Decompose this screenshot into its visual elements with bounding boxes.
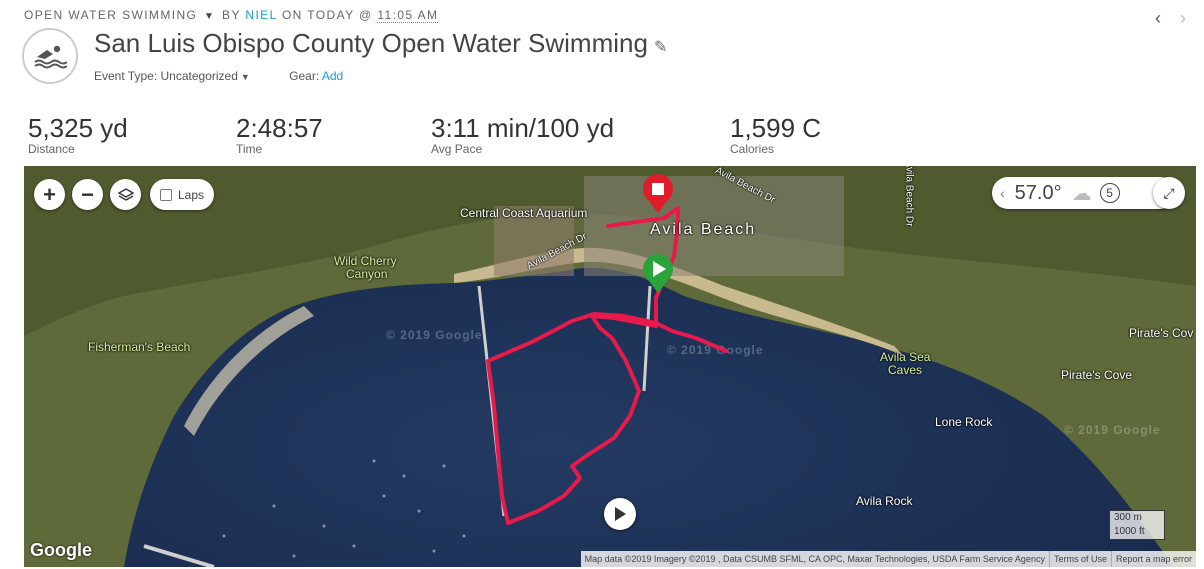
zoom-in-button[interactable]: +: [34, 179, 65, 210]
stat-label: Avg Pace: [431, 142, 483, 156]
play-icon: [615, 507, 626, 521]
edit-pencil-icon[interactable]: ✎: [654, 39, 667, 56]
map-label-caves: Caves: [888, 363, 923, 377]
map-label-canyon: Canyon: [346, 267, 388, 281]
stat-avg-pace: 3:11 min/100 yd Avg Pace: [431, 113, 614, 156]
stat-value: 3:11 min/100 yd: [431, 113, 615, 143]
wind-speed-icon: 5: [1099, 183, 1120, 203]
stat-label: Calories: [730, 142, 775, 156]
stat-calories: 1,599 C Calories: [730, 113, 821, 156]
activity-type-dropdown-icon[interactable]: ▼: [204, 11, 215, 22]
layers-icon: [117, 187, 134, 201]
finish-marker: [643, 174, 673, 213]
scale-imperial: 1000 ft: [1109, 525, 1165, 540]
expand-map-icon[interactable]: ⤢: [1153, 177, 1185, 209]
map-scale: 300 m 1000 ft: [1109, 510, 1165, 540]
zoom-out-button[interactable]: −: [72, 179, 103, 210]
stat-distance: 5,325 yd Distance: [28, 113, 128, 156]
activity-title: San Luis Obispo County Open Water Swimmi…: [94, 28, 667, 59]
play-route-button[interactable]: [604, 498, 636, 530]
start-marker: [643, 254, 673, 293]
scale-metric: 300 m: [1109, 510, 1165, 525]
stat-time: 2:48:57 Time: [236, 113, 323, 156]
map-label-road: Avila Beach Dr: [903, 166, 915, 227]
layers-button[interactable]: [110, 179, 141, 210]
laps-checkbox[interactable]: [159, 188, 172, 201]
stat-value: 1,599 C: [730, 113, 822, 143]
stat-value: 5,325 yd: [28, 113, 128, 143]
google-logo: Google: [30, 540, 92, 560]
laps-toggle[interactable]: Laps: [150, 179, 214, 210]
event-type-value[interactable]: Uncategorized: [161, 69, 238, 83]
attribution-text: Map data ©2019 Imagery ©2019 , Data CSUM…: [584, 554, 1045, 564]
activity-title-text: San Luis Obispo County Open Water Swimmi…: [94, 28, 648, 58]
map-label-pirates-cove: Pirate's Cov: [1129, 326, 1194, 340]
event-type-label: Event Type:: [94, 69, 158, 83]
map-label-aquarium: Central Coast Aquarium: [460, 206, 588, 220]
activity-byline: OPEN WATER SWIMMING ▼ BY NIEL ON TODAY @…: [24, 8, 439, 23]
map-attribution: Map data ©2019 Imagery ©2019 , Data CSUM…: [580, 551, 1196, 567]
by-text: BY: [222, 8, 241, 22]
route-map[interactable]: © 2019 Google © 2019 Google © 2019 Googl…: [24, 166, 1196, 567]
weather-widget[interactable]: ‹ 57.0° ☁ 5: [992, 177, 1176, 209]
swim-route: [486, 206, 728, 525]
terms-link[interactable]: Terms of Use: [1048, 551, 1111, 567]
activity-meta: Event Type: Uncategorized ▼ Gear: Add: [94, 69, 343, 83]
on-text: ON TODAY @: [281, 8, 373, 22]
previous-activity-icon[interactable]: ‹: [1155, 8, 1161, 29]
map-label-avila-beach: Avila Beach: [650, 221, 757, 238]
map-label-pirates-cove: Pirate's Cove: [1061, 368, 1132, 382]
laps-label: Laps: [177, 187, 205, 202]
add-gear-link[interactable]: Add: [322, 69, 343, 83]
stat-label: Distance: [28, 142, 75, 156]
activity-type: OPEN WATER SWIMMING: [24, 8, 198, 22]
event-type-dropdown-icon[interactable]: ▼: [241, 72, 250, 82]
report-error-link[interactable]: Report a map error: [1110, 551, 1196, 567]
temperature: 57.0°: [1014, 181, 1062, 204]
stat-value: 2:48:57: [236, 113, 323, 143]
cloud-icon: ☁: [1071, 182, 1092, 205]
map-label-avila-rock: Avila Rock: [856, 494, 913, 508]
user-link[interactable]: NIEL: [245, 8, 277, 22]
activity-time[interactable]: 11:05 AM: [377, 8, 439, 23]
swimming-icon: [22, 28, 78, 84]
chevron-left-icon[interactable]: ‹: [1000, 185, 1005, 201]
map-label-avila-sea: Avila Sea: [880, 350, 931, 364]
stat-label: Time: [236, 142, 263, 156]
map-label-lone-rock: Lone Rock: [935, 415, 993, 429]
map-label-fishermans-beach: Fisherman's Beach: [88, 340, 191, 354]
next-activity-icon[interactable]: ›: [1180, 8, 1186, 29]
gear-label: Gear:: [289, 69, 320, 83]
map-label-wild-cherry: Wild Cherry: [334, 254, 397, 268]
